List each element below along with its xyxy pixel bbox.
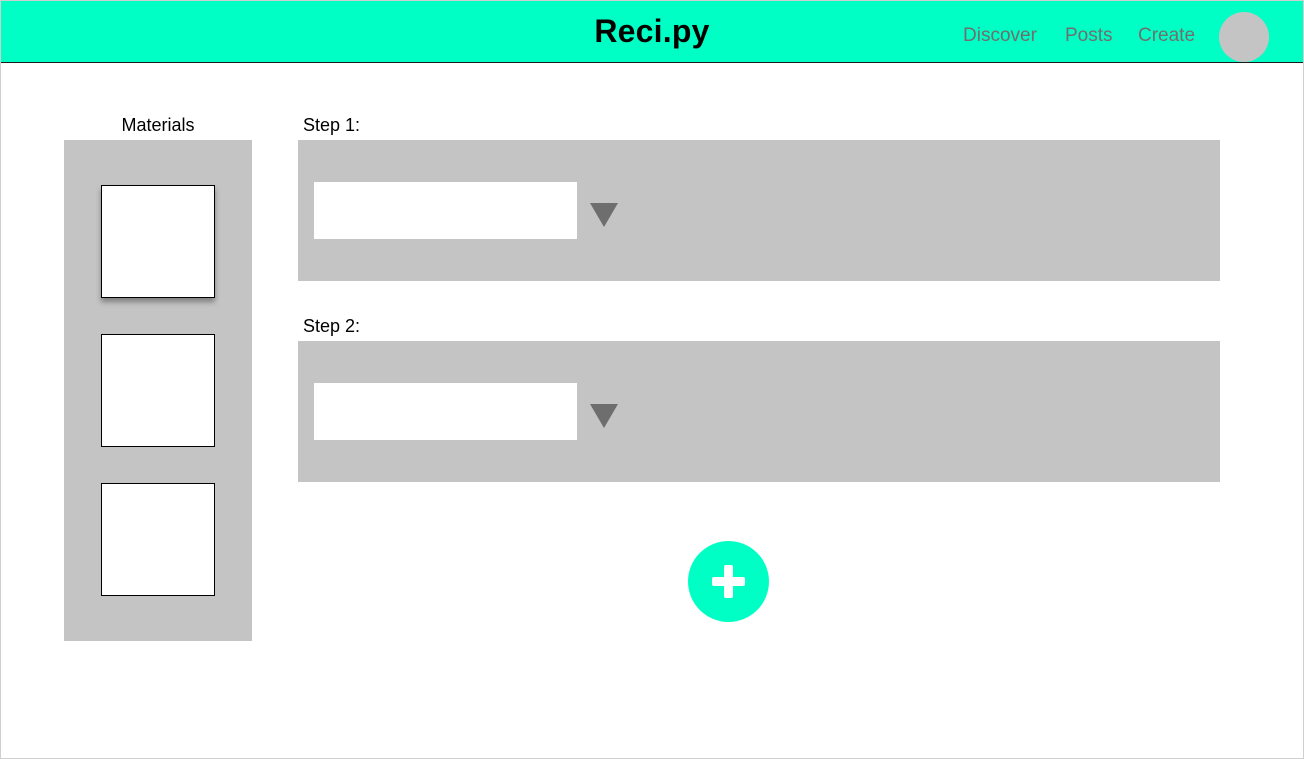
step-2-panel xyxy=(298,341,1220,482)
materials-panel xyxy=(64,140,252,641)
step-2-dropdown-caret-icon[interactable] xyxy=(590,404,618,428)
nav-link-discover[interactable]: Discover xyxy=(963,25,1037,47)
step-1-panel xyxy=(298,140,1220,281)
nav-link-posts[interactable]: Posts xyxy=(1065,25,1113,47)
step-2-label: Step 2: xyxy=(303,316,361,336)
step-1-dropdown-caret-icon[interactable] xyxy=(590,203,618,227)
add-step-button[interactable] xyxy=(688,541,769,622)
material-slot-3[interactable] xyxy=(101,483,215,596)
nav-link-create[interactable]: Create xyxy=(1138,25,1195,47)
materials-heading: Materials xyxy=(121,115,195,135)
user-avatar[interactable] xyxy=(1219,12,1269,62)
material-slot-1[interactable] xyxy=(101,185,215,298)
step-2-select[interactable] xyxy=(314,383,577,440)
step-1-select[interactable] xyxy=(314,182,577,239)
step-1-label: Step 1: xyxy=(303,115,361,135)
top-navbar: Reci.py Discover Posts Create xyxy=(1,1,1303,63)
material-slot-2[interactable] xyxy=(101,334,215,447)
page-frame: Reci.py Discover Posts Create Materials … xyxy=(0,0,1304,759)
